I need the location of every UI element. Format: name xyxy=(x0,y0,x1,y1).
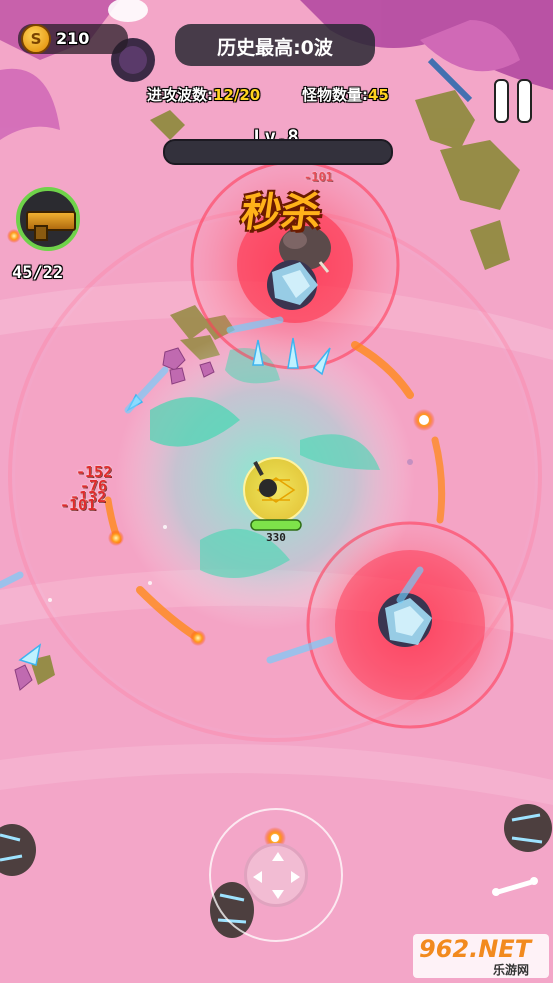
pause-icon xyxy=(492,78,536,124)
damage-number: -101 xyxy=(304,170,333,184)
wave-label: 进攻波数: xyxy=(147,86,213,104)
player-hp-bar xyxy=(250,519,302,531)
wave-counter: 进攻波数:12/20 xyxy=(147,84,260,105)
watermark-brand: 962.NET xyxy=(419,935,532,963)
damage-number: -101 xyxy=(60,496,97,514)
joystick-icon[interactable] xyxy=(244,843,308,907)
watermark: 962.NET 乐游网 xyxy=(413,934,549,978)
coin-icon: S xyxy=(21,24,51,54)
best-record: 历史最高:0波 xyxy=(217,37,333,59)
player xyxy=(243,457,309,523)
virtual-joystick[interactable] xyxy=(209,808,343,942)
watermark-sub: 乐游网 xyxy=(493,963,530,977)
player-hp-value: 330 xyxy=(266,531,286,544)
ammo-count: 45/22 xyxy=(12,263,64,283)
weapon-button[interactable] xyxy=(16,187,80,251)
best-record-panel: 历史最高:0波 xyxy=(175,24,375,66)
enemy-frozen-2 xyxy=(378,593,432,647)
monster-value: 45 xyxy=(368,86,389,104)
coin-counter: S 210 xyxy=(18,24,128,54)
enemy-boar-right xyxy=(504,804,552,852)
monster-label: 怪物数量: xyxy=(302,86,368,104)
monster-counter: 怪物数量:45 xyxy=(302,84,389,105)
kill-banner: 秒杀 xyxy=(238,190,325,236)
wave-value: 12/20 xyxy=(213,86,261,104)
pause-button[interactable] xyxy=(492,78,536,124)
coin-amount: 210 xyxy=(56,29,90,48)
level-progress-bar xyxy=(163,139,393,165)
